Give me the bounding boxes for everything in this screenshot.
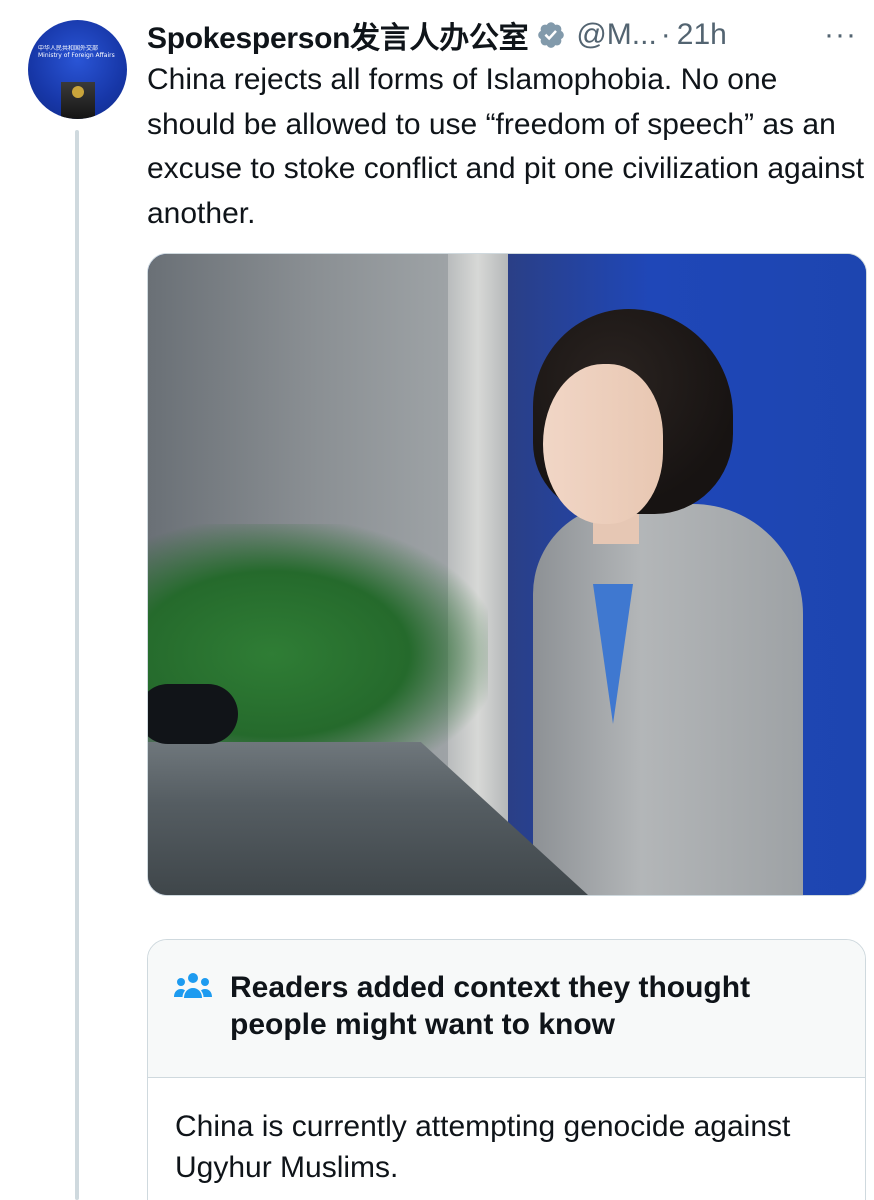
community-note-body: China is currently attempting genocide a… <box>175 1110 791 1184</box>
photo-person-jacket <box>533 504 803 895</box>
photo-person-face <box>543 364 663 524</box>
community-note-header: Readers added context they thought peopl… <box>148 940 865 1078</box>
more-options-icon[interactable]: ··· <box>824 18 867 52</box>
photo-microphone <box>148 684 238 744</box>
people-icon <box>174 973 212 998</box>
community-note[interactable]: Readers added context they thought peopl… <box>147 939 866 1200</box>
tweet-screen: 中华人民共和国外交部 Ministry of Foreign Affairs S… <box>0 0 874 1200</box>
separator-dot: · <box>660 18 671 51</box>
tweet-photo[interactable] <box>147 253 867 896</box>
avatar-logo-text: 中华人民共和国外交部 Ministry of Foreign Affairs <box>38 45 115 59</box>
tweet-text: China rejects all forms of Islamophobia.… <box>147 63 865 230</box>
verified-badge-icon <box>538 22 565 48</box>
community-note-title: Readers added context they thought peopl… <box>230 971 751 1041</box>
emblem-icon <box>72 86 84 98</box>
handle[interactable]: @M... <box>576 18 656 52</box>
display-name[interactable]: Spokesperson发言人办公室 <box>147 13 529 57</box>
thread-line <box>75 130 79 1200</box>
tweet-header: Spokesperson发言人办公室 @M... · 21h ··· <box>147 14 867 56</box>
timestamp[interactable]: 21h <box>677 18 727 52</box>
avatar[interactable]: 中华人民共和国外交部 Ministry of Foreign Affairs <box>28 20 127 119</box>
